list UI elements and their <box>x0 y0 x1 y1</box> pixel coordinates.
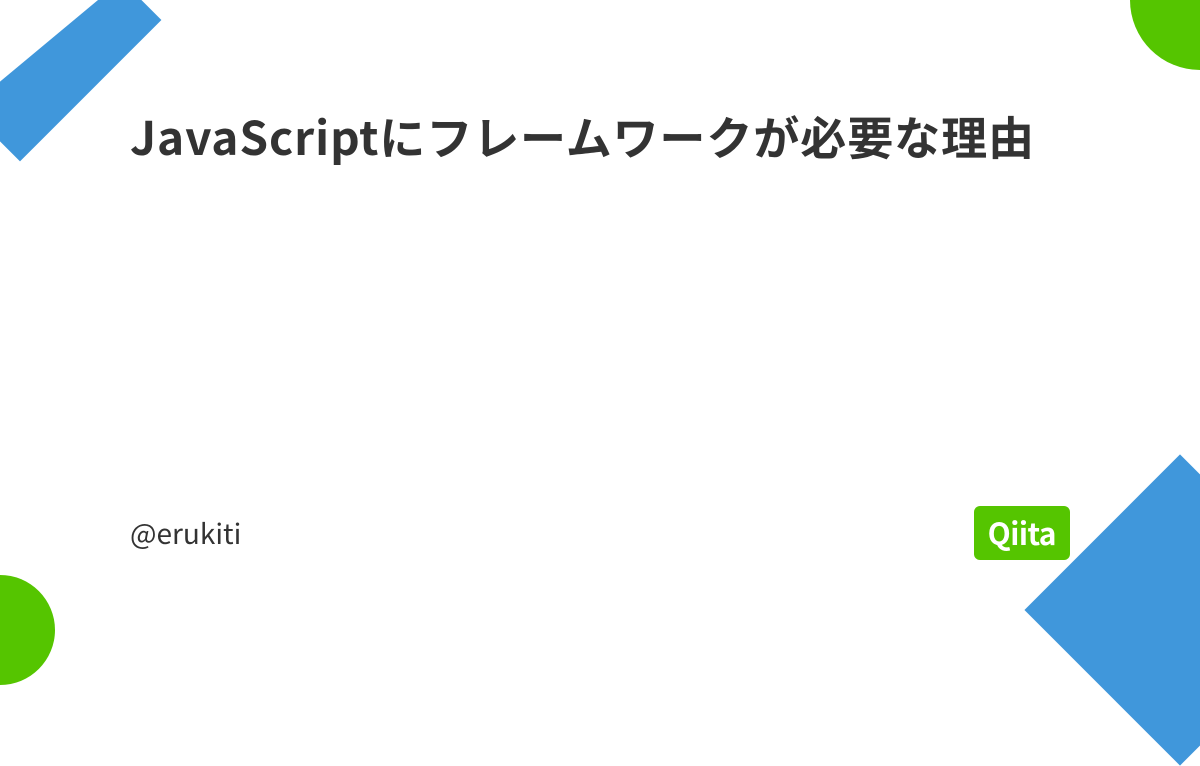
card-footer: @erukiti Qiita <box>130 506 1070 570</box>
author-handle: @erukiti <box>130 513 241 553</box>
qiita-logo: Qiita <box>974 506 1070 560</box>
article-title: JavaScriptにフレームワークが必要な理由 <box>130 100 1070 174</box>
card-content: JavaScriptにフレームワークが必要な理由 @erukiti Qiita <box>0 0 1200 630</box>
qiita-logo-text: Qiita <box>988 510 1056 554</box>
